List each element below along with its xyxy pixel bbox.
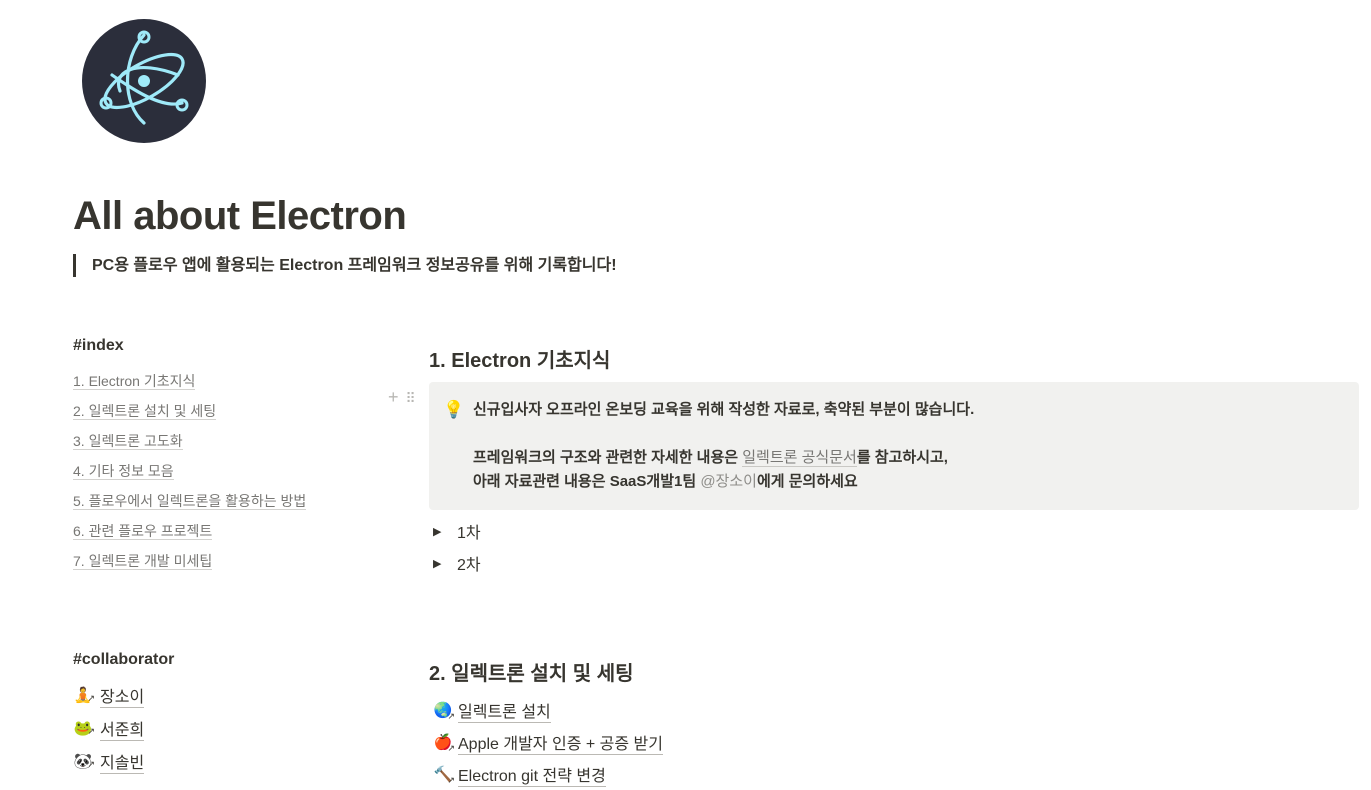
index-link-6[interactable]: 6. 관련 플로우 프로젝트 [73, 523, 213, 540]
subpage-link[interactable]: 🔨 ↗ Electron git 전략 변경 [433, 758, 663, 790]
toggle-label: 1차 [457, 525, 481, 542]
callout-text: 아래 자료관련 내용은 SaaS개발1팀 [473, 473, 701, 490]
toggle-block-1[interactable]: ▶ 1차 [433, 519, 481, 543]
callout-block: 💡 신규입사자 오프라인 온보딩 교육을 위해 작성한 자료로, 축약된 부분이… [429, 382, 1359, 510]
callout-text: 에게 문의하세요 [756, 473, 858, 490]
panda-emoji-icon: 🐼 ↗ [73, 752, 95, 770]
collaborator-item[interactable]: 🧘 ↗ 장소이 [73, 679, 145, 712]
frog-emoji-icon: 🐸 ↗ [73, 719, 95, 737]
collaborator-item[interactable]: 🐸 ↗ 서준희 [73, 712, 145, 745]
index-link-3[interactable]: 3. 일렉트론 고도화 [73, 433, 183, 450]
index-link-1[interactable]: 1. Electron 기초지식 [73, 373, 196, 390]
drag-handle-icon[interactable]: ⠿ [406, 387, 416, 409]
callout-line-3: 아래 자료관련 내용은 SaaS개발1팀 @장소이에게 문의하세요 [473, 470, 1343, 494]
callout-line-2: 프레임워크의 구조와 관련한 자세한 내용은 일렉트론 공식문서를 참고하시고, [473, 446, 1343, 470]
toggle-label: 2차 [457, 557, 481, 574]
subpage-link[interactable]: 🍎 ↗ Apple 개발자 인증 + 공증 받기 [433, 726, 663, 758]
collaborator-name[interactable]: 장소이 [100, 683, 145, 708]
index-link-5[interactable]: 5. 플로우에서 일렉트론을 활용하는 방법 [73, 493, 307, 510]
index-item: 2. 일렉트론 설치 및 세팅 [73, 399, 306, 429]
index-item: 3. 일렉트론 고도화 [73, 429, 306, 459]
subpage-label[interactable]: Apple 개발자 인증 + 공증 받기 [458, 730, 663, 755]
index-list: 1. Electron 기초지식 2. 일렉트론 설치 및 세팅 3. 일렉트론… [73, 369, 307, 579]
user-mention[interactable]: @장소이 [700, 473, 757, 490]
add-block-icon[interactable]: + [388, 387, 399, 409]
collaborator-name[interactable]: 서준희 [100, 716, 145, 741]
callout-line-1: 신규입사자 오프라인 온보딩 교육을 위해 작성한 자료로, 축약된 부분이 많… [473, 401, 975, 418]
index-link-2[interactable]: 2. 일렉트론 설치 및 세팅 [73, 403, 217, 420]
hammer-emoji-icon: 🔨 ↗ [433, 766, 455, 785]
index-heading: #index [73, 337, 124, 354]
index-item: 6. 관련 플로우 프로젝트 [73, 519, 306, 549]
subpage-link[interactable]: 🌏 ↗ 일렉트론 설치 [433, 694, 663, 726]
callout-text: 프레임워크의 구조와 관련한 자세한 내용은 [473, 449, 743, 466]
subpage-label[interactable]: Electron git 전략 변경 [458, 762, 606, 787]
lightbulb-icon: 💡 [443, 400, 465, 419]
collaborator-list: 🧘 ↗ 장소이 🐸 ↗ 서준희 🐼 ↗ 지솔빈 [73, 679, 145, 778]
section-heading-1: 1. Electron 기초지식 [429, 350, 611, 372]
index-item: 4. 기타 정보 모음 [73, 459, 306, 489]
toggle-triangle-icon[interactable]: ▶ [433, 525, 457, 538]
callout-text: 를 참고하시고, [856, 449, 948, 466]
block-handles: + ⠿ [388, 387, 416, 409]
index-link-4[interactable]: 4. 기타 정보 모음 [73, 463, 174, 480]
page-quote: PC용 플로우 앱에 활용되는 Electron 프레임워크 정보공유를 위해 … [73, 254, 617, 277]
electron-logo-icon [82, 19, 206, 143]
index-item: 7. 일렉트론 개발 미세팁 [73, 549, 306, 579]
index-item: 1. Electron 기초지식 [73, 369, 306, 399]
page-title: All about Electron [73, 194, 407, 238]
collaborator-item[interactable]: 🐼 ↗ 지솔빈 [73, 745, 145, 778]
person-emoji-icon: 🧘 ↗ [73, 686, 95, 704]
subpage-list: 🌏 ↗ 일렉트론 설치 🍎 ↗ Apple 개발자 인증 + 공증 받기 🔨 ↗ El… [433, 694, 663, 790]
subpage-label[interactable]: 일렉트론 설치 [458, 698, 551, 723]
section-heading-2: 2. 일렉트론 설치 및 세팅 [429, 663, 634, 685]
collaborator-name[interactable]: 지솔빈 [100, 749, 145, 774]
apple-emoji-icon: 🍎 ↗ [433, 734, 455, 753]
collaborator-heading: #collaborator [73, 651, 175, 668]
toggle-triangle-icon[interactable]: ▶ [433, 557, 457, 570]
toggle-block-2[interactable]: ▶ 2차 [433, 551, 481, 575]
docs-link[interactable]: 일렉트론 공식문서 [742, 449, 857, 467]
index-link-7[interactable]: 7. 일렉트론 개발 미세팁 [73, 553, 213, 570]
index-item: 5. 플로우에서 일렉트론을 활용하는 방법 [73, 489, 307, 519]
globe-emoji-icon: 🌏 ↗ [433, 702, 455, 721]
